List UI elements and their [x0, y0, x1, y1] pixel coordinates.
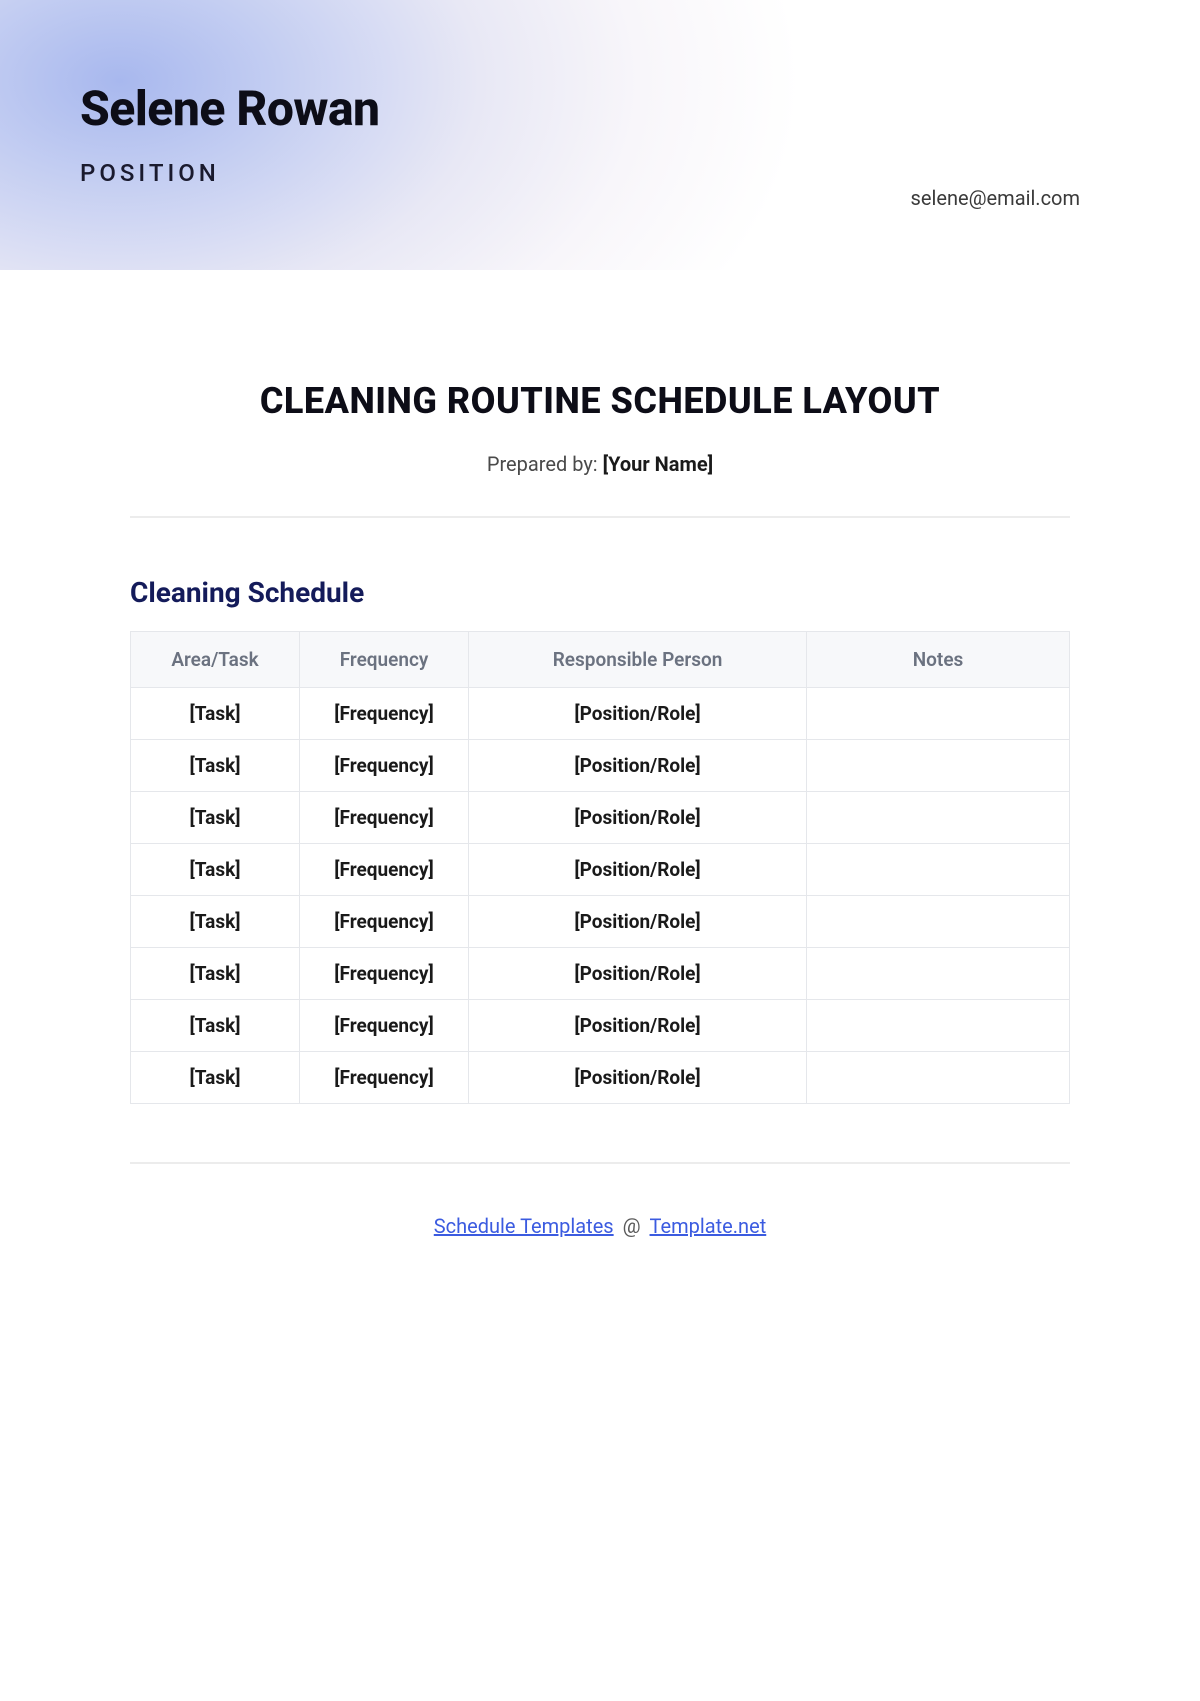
cell-responsible: [Position/Role] — [469, 792, 807, 844]
cell-frequency: [Frequency] — [300, 1000, 469, 1052]
cell-responsible: [Position/Role] — [469, 1000, 807, 1052]
cell-notes — [807, 1052, 1070, 1104]
prepared-by-label: Prepared by: — [487, 452, 603, 476]
header-area-task: Area/Task — [131, 632, 300, 688]
divider — [130, 1162, 1070, 1164]
footer-separator: @ — [618, 1214, 646, 1238]
table-header-row: Area/Task Frequency Responsible Person N… — [131, 632, 1070, 688]
author-position: POSITION — [80, 159, 1120, 187]
document-title: CLEANING ROUTINE SCHEDULE LAYOUT — [130, 380, 1070, 422]
cell-task: [Task] — [131, 792, 300, 844]
cell-responsible: [Position/Role] — [469, 948, 807, 1000]
prepared-by: Prepared by: [Your Name] — [130, 452, 1070, 476]
cell-task: [Task] — [131, 688, 300, 740]
section-title: Cleaning Schedule — [130, 576, 1070, 609]
schedule-table: Area/Task Frequency Responsible Person N… — [130, 631, 1070, 1104]
cell-frequency: [Frequency] — [300, 740, 469, 792]
cell-notes — [807, 844, 1070, 896]
header-banner: Selene Rowan POSITION selene@email.com — [0, 0, 1200, 270]
cell-notes — [807, 948, 1070, 1000]
table-row: [Task][Frequency][Position/Role] — [131, 844, 1070, 896]
prepared-by-value: [Your Name] — [603, 452, 714, 476]
cell-task: [Task] — [131, 740, 300, 792]
cell-frequency: [Frequency] — [300, 844, 469, 896]
cell-task: [Task] — [131, 948, 300, 1000]
table-row: [Task][Frequency][Position/Role] — [131, 792, 1070, 844]
cell-notes — [807, 740, 1070, 792]
footer-links: Schedule Templates @ Template.net — [130, 1214, 1070, 1238]
table-row: [Task][Frequency][Position/Role] — [131, 896, 1070, 948]
cell-responsible: [Position/Role] — [469, 844, 807, 896]
table-row: [Task][Frequency][Position/Role] — [131, 948, 1070, 1000]
cell-notes — [807, 792, 1070, 844]
divider — [130, 516, 1070, 518]
schedule-templates-link[interactable]: Schedule Templates — [434, 1214, 614, 1238]
table-row: [Task][Frequency][Position/Role] — [131, 740, 1070, 792]
table-row: [Task][Frequency][Position/Role] — [131, 1052, 1070, 1104]
cell-task: [Task] — [131, 1000, 300, 1052]
header-frequency: Frequency — [300, 632, 469, 688]
content-area: CLEANING ROUTINE SCHEDULE LAYOUT Prepare… — [0, 270, 1200, 1238]
table-row: [Task][Frequency][Position/Role] — [131, 688, 1070, 740]
cell-task: [Task] — [131, 1052, 300, 1104]
cell-frequency: [Frequency] — [300, 896, 469, 948]
cell-frequency: [Frequency] — [300, 688, 469, 740]
cell-frequency: [Frequency] — [300, 792, 469, 844]
cell-frequency: [Frequency] — [300, 948, 469, 1000]
header-responsible: Responsible Person — [469, 632, 807, 688]
cell-notes — [807, 688, 1070, 740]
header-notes: Notes — [807, 632, 1070, 688]
cell-notes — [807, 1000, 1070, 1052]
author-name: Selene Rowan — [80, 80, 1120, 137]
cell-responsible: [Position/Role] — [469, 896, 807, 948]
table-row: [Task][Frequency][Position/Role] — [131, 1000, 1070, 1052]
author-email: selene@email.com — [911, 186, 1080, 210]
cell-task: [Task] — [131, 896, 300, 948]
cell-task: [Task] — [131, 844, 300, 896]
cell-frequency: [Frequency] — [300, 1052, 469, 1104]
template-net-link[interactable]: Template.net — [650, 1214, 767, 1238]
cell-responsible: [Position/Role] — [469, 688, 807, 740]
cell-notes — [807, 896, 1070, 948]
cell-responsible: [Position/Role] — [469, 1052, 807, 1104]
cell-responsible: [Position/Role] — [469, 740, 807, 792]
